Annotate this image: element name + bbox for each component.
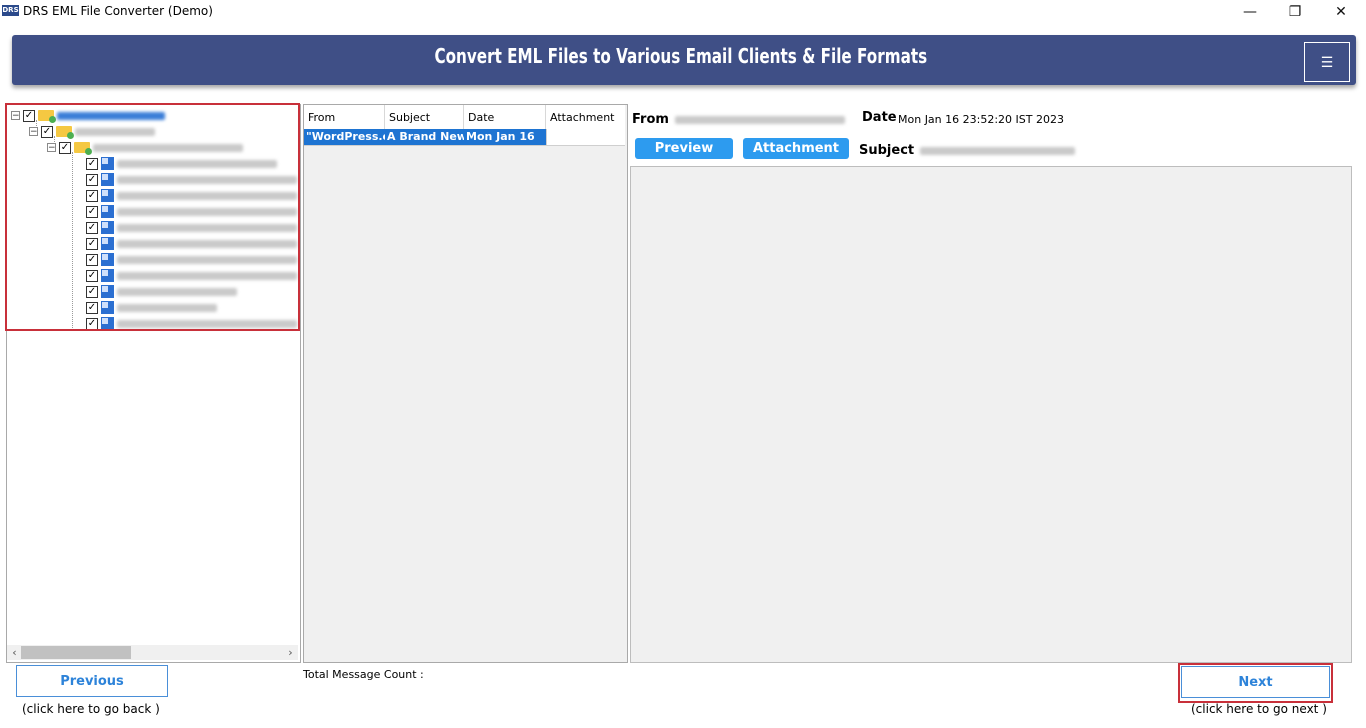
date-label: Date bbox=[862, 110, 897, 125]
header-banner: Convert EML Files to Various Email Clien… bbox=[12, 35, 1356, 85]
tree-highlight-frame bbox=[5, 103, 300, 331]
column-from[interactable]: From bbox=[304, 105, 385, 129]
cell-subject: A Brand New bbox=[385, 129, 464, 145]
minimize-button[interactable]: — bbox=[1227, 0, 1273, 24]
email-preview-area[interactable] bbox=[630, 166, 1352, 663]
column-attachment[interactable]: Attachment bbox=[546, 105, 625, 129]
scroll-left-icon[interactable]: ‹ bbox=[7, 645, 22, 660]
from-value-redacted bbox=[675, 116, 845, 124]
message-list[interactable] bbox=[303, 104, 628, 663]
cell-attachment bbox=[546, 129, 625, 145]
close-button[interactable]: ✕ bbox=[1318, 0, 1364, 24]
message-list-header: From Subject Date Attachment bbox=[304, 105, 625, 130]
cell-from: "WordPress.co bbox=[304, 129, 385, 145]
next-hint: (click here to go next ) bbox=[1191, 702, 1327, 716]
message-row[interactable]: "WordPress.co A Brand New Mon Jan 16 bbox=[304, 129, 625, 146]
window-title: DRS EML File Converter (Demo) bbox=[23, 4, 213, 18]
banner-title: Convert EML Files to Various Email Clien… bbox=[434, 44, 928, 68]
date-value: Mon Jan 16 23:52:20 IST 2023 bbox=[898, 113, 1064, 126]
from-label: From bbox=[632, 112, 669, 127]
restore-button[interactable]: ❐ bbox=[1272, 0, 1318, 24]
previous-button[interactable]: Previous bbox=[16, 665, 168, 697]
previous-hint: (click here to go back ) bbox=[22, 702, 160, 716]
attachment-button[interactable]: Attachment bbox=[743, 138, 849, 159]
scroll-right-icon[interactable]: › bbox=[283, 645, 298, 660]
subject-value-redacted bbox=[920, 147, 1075, 155]
scrollbar-thumb[interactable] bbox=[21, 646, 131, 659]
menu-button[interactable]: ☰ bbox=[1304, 42, 1350, 82]
next-button[interactable]: Next bbox=[1181, 666, 1330, 698]
preview-button[interactable]: Preview bbox=[635, 138, 733, 159]
total-message-count: Total Message Count : bbox=[303, 668, 424, 681]
column-date[interactable]: Date bbox=[464, 105, 546, 129]
subject-label: Subject bbox=[859, 143, 915, 158]
app-logo: DRS bbox=[2, 5, 19, 16]
hamburger-menu-icon: ☰ bbox=[1320, 53, 1334, 70]
column-subject[interactable]: Subject bbox=[385, 105, 464, 129]
cell-date: Mon Jan 16 bbox=[464, 129, 546, 145]
